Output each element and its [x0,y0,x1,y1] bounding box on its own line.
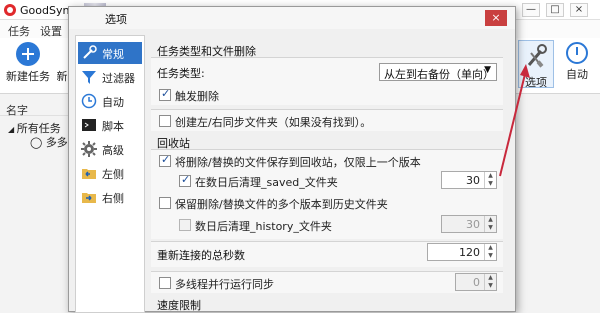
nav-filters[interactable]: 过滤器 [78,66,142,88]
maximize-button[interactable]: □ [546,3,564,17]
menu-jobs[interactable]: 任务 [8,23,30,39]
auto-label: 自动 [566,68,588,81]
new-job-label: 新建任务 [6,70,50,83]
new-fragment-label: 新 [56,70,68,83]
annotation-arrow-icon [499,64,530,177]
keep-versions-checkbox[interactable] [159,197,171,209]
keep-versions-label: 保留删除/替换文件的多个版本到历史文件夹 [175,198,388,211]
auto-button[interactable]: 自动 [560,42,594,82]
clean-saved-checkbox[interactable] [179,173,191,187]
clean-history-checkbox[interactable] [179,219,191,231]
dialog-close-button[interactable]: × [485,10,507,26]
nav-advanced[interactable]: 高级 [78,138,142,160]
job-type-select[interactable]: 从左到右备份（单向） ▼ [379,63,497,81]
speed-limit-section-header: 速度限制 [157,299,201,312]
menu-settings[interactable]: 设置 [40,23,62,39]
stepper-arrows-icon[interactable]: ▲ ▼ [484,216,496,232]
folder-right-icon [82,193,96,203]
new-job-button[interactable]: 新建任务 [4,42,52,84]
dialog-titlebar: 选项 × [69,7,515,29]
create-folder-checkbox[interactable] [159,115,171,127]
clean-saved-days-stepper[interactable]: 30 ▲ ▼ [441,171,497,189]
toolbar-hidden-button[interactable]: 新 [56,42,68,84]
clock-icon [566,42,588,64]
wrench-icon [83,45,97,59]
minimize-button[interactable]: — [522,3,540,17]
dialog-title: 选项 [105,13,127,26]
stepper-arrows-icon[interactable]: ▲ ▼ [484,274,496,290]
nav-right-side[interactable]: 右侧 [78,186,142,208]
save-deleted-label: 将删除/替换的文件保存到回收站，仅限上一个版本 [175,156,421,169]
options-nav: 常规 过滤器 自动 脚本 高级 左侧 右侧 [75,35,145,313]
folder-left-icon [82,169,96,179]
multithread-count-stepper[interactable]: 0 ▲ ▼ [455,273,497,291]
job-type-label: 任务类型: [157,67,205,80]
options-dialog: 选项 × 常规 过滤器 自动 脚本 高级 左侧 右侧 任务类型和文件删除 任务类… [68,6,516,313]
clean-history-days-stepper[interactable]: 30 ▲ ▼ [441,215,497,233]
gear-icon [81,141,97,157]
goodsync-logo-icon [4,4,16,16]
add-circle-icon [16,42,40,66]
propagate-deletions-checkbox[interactable] [159,87,171,101]
stepper-arrows-icon[interactable]: ▲ ▼ [484,244,496,260]
clock-icon [81,93,97,109]
general-options-panel: 任务类型和文件删除 任务类型: 从左到右备份（单向） ▼ 触发删除 创建左/右同… [151,35,509,313]
chevron-down-icon: ▼ [484,65,491,75]
job-status-icon: ◯ [30,136,46,149]
clean-saved-label: 在数日后清理_saved_文件夹 [195,176,338,189]
create-folder-label: 创建左/右同步文件夹（如果没有找到）。 [175,116,372,129]
clean-history-label: 数日后清理_history_文件夹 [195,220,332,233]
script-icon [82,119,96,131]
reconnect-label: 重新连接的总秒数 [157,249,245,262]
nav-general[interactable]: 常规 [78,42,142,64]
app-close-button[interactable]: × [570,3,588,17]
funnel-icon [82,71,96,84]
nav-auto[interactable]: 自动 [78,90,142,112]
multithread-checkbox[interactable] [159,277,171,289]
stepper-arrows-icon[interactable]: ▲ ▼ [484,172,496,188]
save-deleted-checkbox[interactable] [159,153,171,167]
tree-expand-icon: ◢ [8,125,17,134]
nav-left-side[interactable]: 左侧 [78,162,142,184]
tree-job-item[interactable]: ◯ 多多 [30,134,68,150]
name-column-header[interactable]: 名字 [0,102,70,117]
multithread-label: 多线程并行运行同步 [175,278,274,291]
nav-script[interactable]: 脚本 [78,114,142,136]
reconnect-seconds-stepper[interactable]: 120 ▲ ▼ [427,243,497,261]
propagate-deletions-label: 触发删除 [175,90,219,103]
